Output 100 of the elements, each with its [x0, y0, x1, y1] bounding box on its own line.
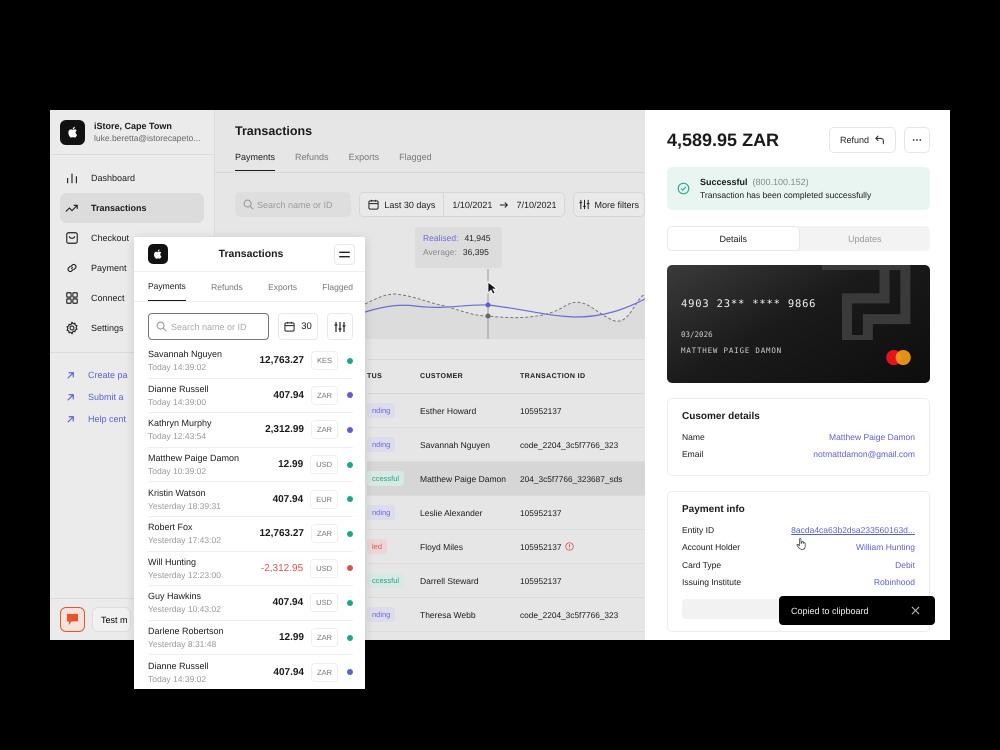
sidebar-link[interactable]: Help cent	[88, 414, 126, 424]
nav-item[interactable]: Transactions	[60, 193, 204, 223]
link-icon	[65, 261, 79, 275]
transaction-time: Yesterday 10:43:02	[148, 604, 222, 614]
banner-title: Successful	[700, 177, 748, 187]
amount: 12.99	[278, 459, 304, 470]
field-value: William Hunting	[856, 542, 915, 552]
field-label: Entity ID	[682, 524, 714, 535]
date-from[interactable]: 1/10/2021	[452, 200, 492, 210]
settings-icon	[65, 321, 79, 335]
tab[interactable]: Payments	[148, 281, 186, 301]
customer-name: Dianne Russell	[148, 384, 210, 394]
tab[interactable]: Exports	[268, 282, 297, 301]
tooltip-value: 36,395	[462, 247, 489, 257]
search-icon	[156, 321, 167, 332]
transaction-time: Today 14:39:02	[148, 362, 208, 372]
amount: -2,312.95	[260, 562, 304, 574]
test-mode-button[interactable]: Test m	[92, 607, 131, 632]
amount: 2,312.99	[265, 424, 304, 436]
transaction-time: Today 14:39:02	[148, 674, 208, 684]
nav-item[interactable]: Settings	[60, 313, 128, 343]
date-to[interactable]: 7/10/2021	[516, 200, 556, 210]
field-value: notmattdamon@gmail.com	[813, 449, 915, 460]
table-cell: 105952137	[520, 406, 562, 416]
hand-cursor-icon	[796, 538, 806, 550]
sliders-icon	[334, 320, 346, 332]
tab[interactable]: Flagged	[399, 152, 432, 171]
return-arrow-icon	[875, 135, 885, 145]
nav-item[interactable]: Checkout	[60, 223, 134, 253]
chart-point	[486, 302, 490, 308]
chat-icon	[66, 613, 79, 626]
field-value: Robinhood	[874, 577, 915, 588]
customer-name: Guy Hawkins	[148, 591, 202, 602]
table-cell-text: Savannah Nguyen	[420, 440, 491, 450]
search-field[interactable]: Search name or ID	[148, 313, 269, 340]
field-label: Name	[682, 432, 705, 442]
arrow-up-right-icon	[65, 370, 76, 380]
tooltip-label: Realised:	[423, 233, 458, 243]
table-cell-text: Darrell Steward	[420, 576, 480, 586]
date-button[interactable]: 30	[278, 313, 318, 340]
table-cell: 105952137	[520, 576, 562, 586]
tab[interactable]: Flagged	[322, 282, 353, 301]
customer-name: Matthew Paige Damon	[148, 453, 240, 464]
nav-item[interactable]: Payment	[60, 253, 131, 283]
customer-name: Darlene Robertson	[148, 626, 225, 636]
chart-point	[486, 314, 490, 318]
amount: 12,763.27	[260, 528, 304, 540]
more-filters-button[interactable]: More filters	[573, 192, 645, 217]
apple-icon	[60, 120, 85, 144]
arrow-right-icon	[499, 200, 510, 210]
tab[interactable]: Details	[667, 226, 800, 251]
table-cell-text: Theresa Webb	[420, 610, 477, 620]
table-cell: 204_3c5f7766_323687_sds	[520, 474, 622, 484]
transaction-time: Yesterday 8:31:48	[148, 639, 218, 650]
amount: 407.94	[272, 494, 304, 505]
sidebar-link[interactable]: Submit a	[88, 392, 124, 402]
field-value: Matthew Paige Damon	[829, 432, 915, 442]
table-cell-text: Esther Howard	[420, 406, 478, 416]
store-name: iStore, Cape Town	[94, 121, 173, 131]
search-icon	[243, 199, 254, 210]
overlapping-circles-icon	[885, 349, 912, 366]
grid-icon	[65, 291, 79, 305]
chat-button[interactable]	[60, 607, 85, 632]
tooltip-label: Average:	[423, 247, 457, 257]
menu-button[interactable]	[334, 244, 355, 264]
transaction-time: Today 10:39:02	[148, 466, 208, 476]
amount: 12,763.27	[259, 355, 304, 366]
tab[interactable]: Exports	[348, 152, 380, 171]
tab[interactable]: Payments	[235, 152, 276, 171]
table-cell: code_2204_3c5f7766_323	[520, 610, 618, 620]
toast-message: Copied to clipboard	[791, 606, 869, 616]
customer-name: Savannah Nguyen	[148, 349, 224, 360]
customer-name: Kathryn Murphy	[148, 418, 213, 428]
entity-link[interactable]: 8acda4ca63b2dsa233560163d...	[791, 524, 915, 535]
banner-message: Transaction has been completed successfully	[700, 190, 872, 200]
card-number: 4903 23** **** 9866	[681, 298, 818, 310]
transaction-time: Today 12:43:54	[148, 431, 208, 442]
bag-icon	[65, 231, 79, 245]
close-icon[interactable]	[911, 606, 920, 615]
transaction-time: Yesterday 18:39:31	[148, 500, 222, 511]
refund-button[interactable]: Refund	[828, 127, 896, 153]
amount: 12.99	[278, 632, 304, 644]
transaction-time: Yesterday 12:23:00	[148, 570, 222, 580]
more-icon	[912, 138, 922, 142]
filter-button[interactable]	[327, 313, 353, 340]
account-email: luke.beretta@istorecapeto...	[94, 133, 200, 143]
date-preset-button[interactable]: Last 30 days	[360, 193, 444, 216]
nav-item[interactable]: Dashboard	[60, 163, 140, 193]
sidebar-link[interactable]: Create pa	[88, 370, 128, 380]
amount: 407.94	[272, 597, 304, 608]
search-field[interactable]: Search name or ID	[235, 192, 352, 217]
tab[interactable]: Refunds	[295, 152, 329, 171]
cursor-icon	[487, 281, 497, 295]
tab[interactable]: Refunds	[211, 282, 243, 301]
field-label: Account Holder	[682, 542, 740, 552]
amount: 407.94	[273, 390, 304, 401]
table-cell: code_2204_3c5f7766_323	[520, 440, 618, 450]
table-cell: 105952137	[520, 508, 562, 518]
arrow-up-right-icon	[65, 392, 76, 402]
nav-item[interactable]: Connect	[60, 283, 129, 313]
